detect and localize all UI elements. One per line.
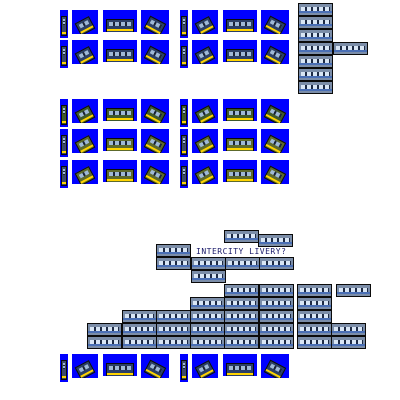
carriage-sprite bbox=[87, 323, 122, 336]
train-sprite bbox=[72, 10, 98, 34]
train-sprite bbox=[103, 40, 137, 62]
train-sprite bbox=[141, 354, 169, 378]
train-sprite bbox=[141, 40, 169, 64]
train-sprite bbox=[103, 160, 137, 182]
train-sprite bbox=[192, 354, 218, 378]
train-sprite bbox=[192, 99, 218, 123]
train-sprite bbox=[223, 129, 257, 151]
train-sprite bbox=[192, 160, 218, 184]
train-sprite bbox=[141, 10, 169, 34]
carriage-sprite bbox=[259, 323, 294, 336]
train-sprite bbox=[223, 10, 257, 32]
train-sprite bbox=[72, 129, 98, 153]
sprite-sheet: INTERCITY LIVERY? bbox=[0, 0, 400, 400]
carriage-sprite bbox=[331, 336, 366, 349]
carriage-sprite bbox=[224, 230, 259, 243]
train-sprite bbox=[141, 160, 169, 184]
carriage-sprite bbox=[297, 323, 332, 336]
carriage-sprite bbox=[156, 244, 191, 257]
train-sprite bbox=[180, 129, 188, 157]
train-sprite bbox=[192, 10, 218, 34]
train-sprite bbox=[60, 160, 68, 188]
carriage-sprite bbox=[298, 55, 333, 68]
carriage-sprite bbox=[297, 336, 332, 349]
carriage-sprite bbox=[298, 29, 333, 42]
train-sprite bbox=[60, 129, 68, 157]
train-sprite bbox=[223, 99, 257, 121]
carriage-sprite bbox=[298, 42, 333, 55]
carriage-sprite bbox=[297, 310, 332, 323]
train-sprite bbox=[103, 354, 137, 376]
train-sprite bbox=[72, 40, 98, 64]
train-sprite bbox=[141, 99, 169, 123]
carriage-sprite bbox=[333, 42, 368, 55]
carriage-sprite bbox=[122, 323, 157, 336]
carriage-sprite bbox=[224, 323, 259, 336]
carriage-sprite bbox=[331, 323, 366, 336]
carriage-sprite bbox=[258, 234, 293, 247]
carriage-sprite bbox=[191, 270, 226, 283]
train-sprite bbox=[261, 10, 289, 34]
carriage-sprite bbox=[298, 16, 333, 29]
carriage-sprite bbox=[87, 336, 122, 349]
train-sprite bbox=[60, 10, 68, 38]
carriage-sprite bbox=[224, 336, 259, 349]
carriage-sprite bbox=[191, 257, 226, 270]
train-sprite bbox=[261, 99, 289, 123]
train-sprite bbox=[261, 40, 289, 64]
carriage-sprite bbox=[156, 336, 191, 349]
train-sprite bbox=[72, 99, 98, 123]
train-sprite bbox=[103, 129, 137, 151]
carriage-sprite bbox=[259, 297, 294, 310]
train-sprite bbox=[261, 160, 289, 184]
carriage-sprite bbox=[156, 323, 191, 336]
carriage-sprite bbox=[298, 3, 333, 16]
train-sprite bbox=[180, 40, 188, 68]
train-sprite bbox=[261, 354, 289, 378]
carriage-sprite bbox=[224, 297, 259, 310]
train-sprite bbox=[60, 40, 68, 68]
carriage-sprite bbox=[298, 81, 333, 94]
carriage-sprite bbox=[259, 284, 294, 297]
train-sprite bbox=[223, 40, 257, 62]
carriage-sprite bbox=[259, 336, 294, 349]
train-sprite bbox=[103, 99, 137, 121]
carriage-sprite bbox=[190, 336, 225, 349]
carriage-sprite bbox=[156, 310, 191, 323]
carriage-sprite bbox=[225, 257, 260, 270]
train-sprite bbox=[180, 10, 188, 38]
train-sprite bbox=[180, 354, 188, 382]
carriage-sprite bbox=[224, 284, 259, 297]
carriage-sprite bbox=[190, 310, 225, 323]
train-sprite bbox=[192, 129, 218, 153]
train-sprite bbox=[223, 354, 257, 376]
train-sprite bbox=[60, 99, 68, 127]
carriage-sprite bbox=[224, 310, 259, 323]
train-sprite bbox=[72, 354, 98, 378]
carriage-sprite bbox=[297, 284, 332, 297]
livery-caption: INTERCITY LIVERY? bbox=[196, 247, 287, 256]
carriage-sprite bbox=[122, 310, 157, 323]
train-sprite bbox=[180, 160, 188, 188]
carriage-sprite bbox=[336, 284, 371, 297]
carriage-sprite bbox=[190, 297, 225, 310]
train-sprite bbox=[261, 129, 289, 153]
carriage-sprite bbox=[259, 310, 294, 323]
carriage-sprite bbox=[297, 297, 332, 310]
train-sprite bbox=[72, 160, 98, 184]
carriage-sprite bbox=[259, 257, 294, 270]
train-sprite bbox=[60, 354, 68, 382]
train-sprite bbox=[103, 10, 137, 32]
train-sprite bbox=[180, 99, 188, 127]
carriage-sprite bbox=[122, 336, 157, 349]
carriage-sprite bbox=[156, 257, 191, 270]
carriage-sprite bbox=[298, 68, 333, 81]
train-sprite bbox=[223, 160, 257, 182]
carriage-sprite bbox=[190, 323, 225, 336]
train-sprite bbox=[141, 129, 169, 153]
train-sprite bbox=[192, 40, 218, 64]
